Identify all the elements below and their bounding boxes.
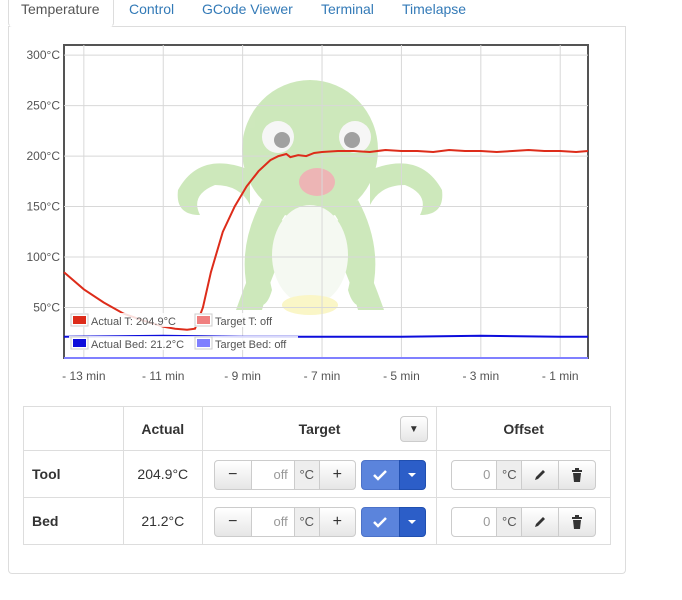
legend-label-target-t: Target T: off [215,316,273,328]
target-unit: °C [293,460,320,490]
edit-offset-button[interactable] [521,507,560,537]
edit-offset-button[interactable] [521,460,560,490]
legend-label-actual-bed: Actual Bed: 21.2°C [91,339,184,351]
legend-color-target-t [197,316,210,324]
check-icon [373,517,388,528]
delete-offset-button[interactable] [558,507,597,537]
plus-icon: + [332,513,342,530]
row-name-tool: Tool [23,450,124,498]
decrease-target-button[interactable]: − [213,460,252,490]
table-header-row: Actual Target ▼ Offset [23,406,611,451]
offset-unit: °C [496,507,523,537]
legend-label-target-bed: Target Bed: off [215,339,287,351]
set-target-button[interactable] [360,507,400,537]
temperature-table: Actual Target ▼ Offset Tool 204.9°C − of… [23,406,611,545]
pencil-icon [535,470,546,480]
target-preset-dropdown-button[interactable]: ▼ [399,416,428,442]
row-actual-tool: 204.9°C [122,450,203,498]
caret-down-icon [408,520,417,524]
offset-input[interactable]: 0 [451,460,498,490]
target-input[interactable]: off [250,460,295,490]
plus-icon: + [332,466,342,483]
set-target-dropdown-button[interactable] [398,460,426,490]
x-tick-label: - 5 min [383,369,420,383]
octopus-logo [177,80,443,315]
row-actual-bed: 21.2°C [122,497,203,545]
x-tick-label: - 13 min [62,369,105,383]
legend-color-actual-t [73,316,86,324]
header-name [23,406,124,451]
check-icon [373,470,388,481]
target-unit: °C [293,507,320,537]
caret-down-icon [408,473,417,477]
header-target-label: Target [298,420,341,437]
y-tick-label: 150°C [27,200,61,214]
trash-icon [572,468,583,482]
x-tick-label: - 1 min [542,369,579,383]
legend-label-actual-t: Actual T: 204.9°C [91,316,176,328]
pencil-icon [535,517,546,527]
chart-legend: Actual T: 204.9°C Target T: off Actual B… [69,313,298,351]
minus-icon: − [228,466,238,483]
legend-color-actual-bed [73,339,86,347]
delete-offset-button[interactable] [558,460,597,490]
y-axis: 300°C 250°C 200°C 150°C 100°C 50°C [27,48,61,314]
caret-down-icon: ▼ [408,423,419,435]
header-target: Target ▼ [201,406,438,451]
temperature-chart: 300°C250°C200°C150°C100°C50°C - 13 min - … [27,44,589,383]
x-axis: - 13 min - 11 min - 9 min - 7 min - 5 min - 3… [62,369,578,383]
minus-icon: − [228,513,238,530]
x-tick-label: - 11 min [142,369,184,383]
header-actual: Actual [122,406,203,451]
increase-target-button[interactable]: + [318,460,356,490]
y-tick-label: 50°C [33,301,60,315]
x-tick-label: - 9 min [224,369,261,383]
row-target-tool: − off °C + [201,450,438,498]
target-input[interactable]: off [250,507,295,537]
increase-target-button[interactable]: + [318,507,356,537]
x-tick-label: - 7 min [304,369,341,383]
y-tick-label: 100°C [27,250,61,264]
row-name-bed: Bed [23,497,124,545]
offset-input[interactable]: 0 [451,507,498,537]
table-row: Bed 21.2°C − off °C + 0 °C [23,497,611,545]
set-target-button[interactable] [360,460,400,490]
y-tick-label: 250°C [27,99,61,113]
trash-icon [572,515,583,529]
row-offset-tool: 0 °C [436,450,611,498]
y-tick-label: 300°C [27,48,61,62]
table-row: Tool 204.9°C − off °C + 0 °C [23,450,611,498]
x-tick-label: - 3 min [462,369,499,383]
decrease-target-button[interactable]: − [213,507,252,537]
row-offset-bed: 0 °C [436,497,611,545]
offset-unit: °C [496,460,523,490]
legend-color-target-bed [197,339,210,347]
header-offset: Offset [436,406,611,451]
row-target-bed: − off °C + [201,497,438,545]
set-target-dropdown-button[interactable] [398,507,426,537]
y-tick-label: 200°C [27,149,61,163]
